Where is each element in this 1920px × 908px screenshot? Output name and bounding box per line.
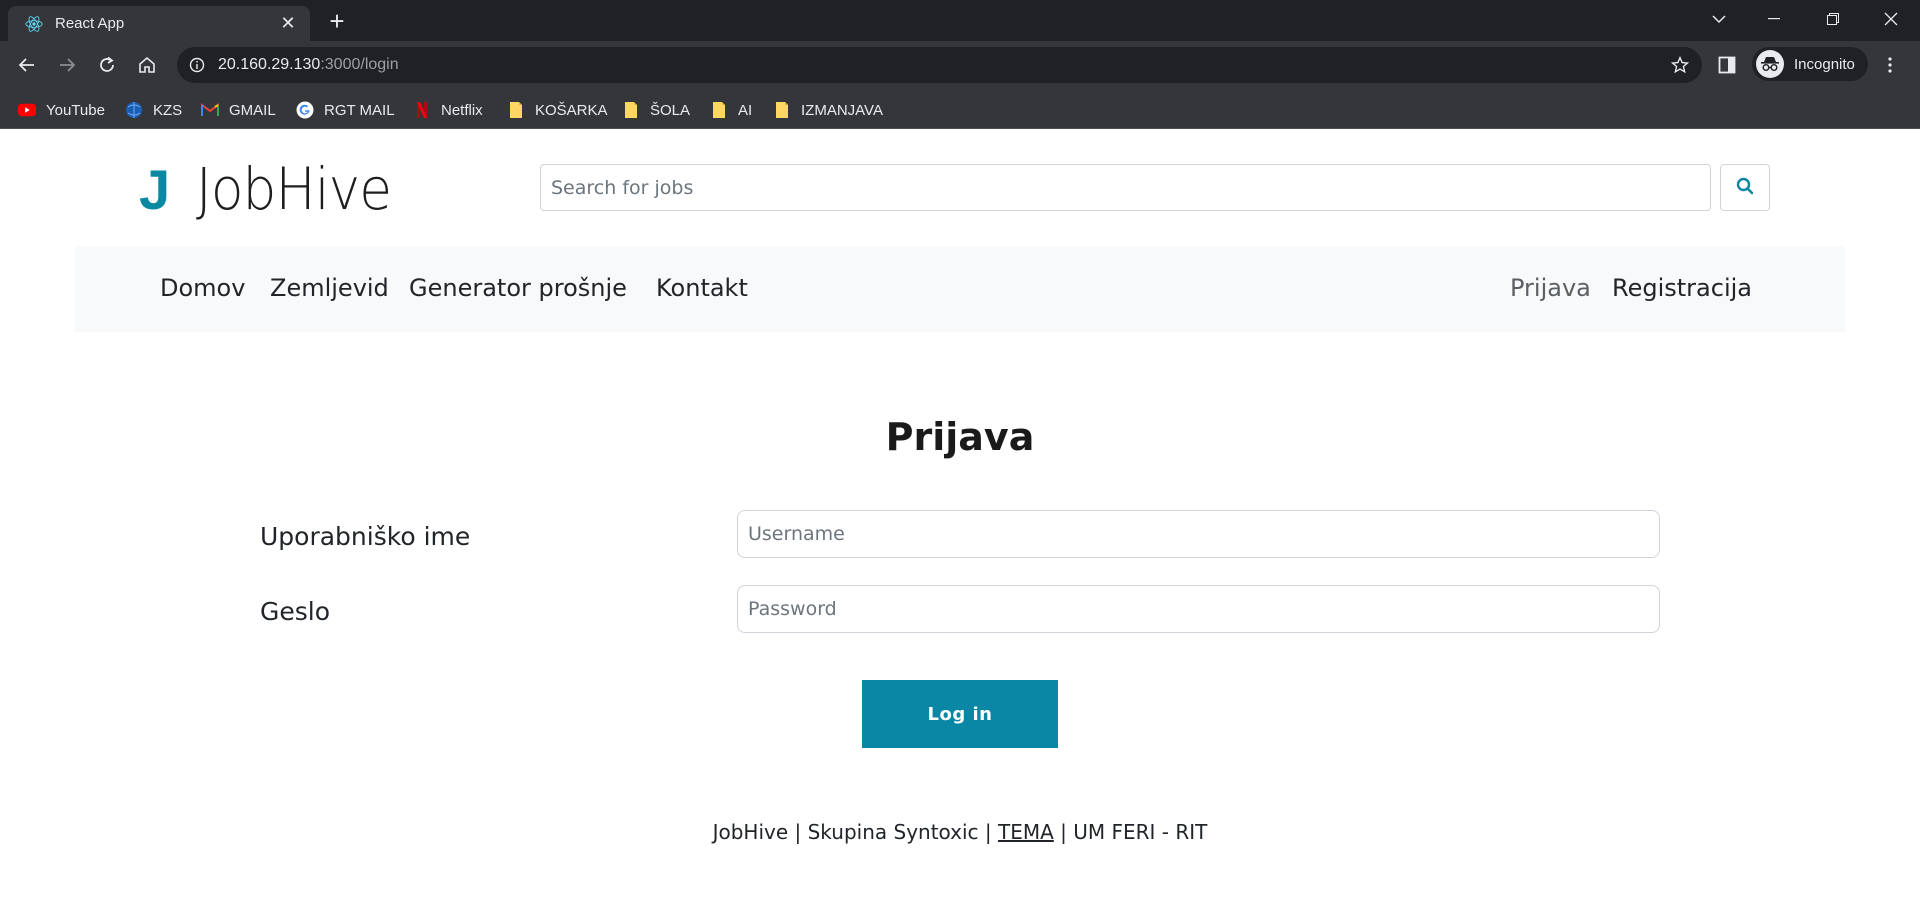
- nav-link-generator-prosnje[interactable]: Generator prošnje: [409, 274, 627, 302]
- close-window-button[interactable]: [1868, 4, 1914, 34]
- url-path: :3000/login: [320, 56, 399, 73]
- bookmark-label: Netflix: [441, 101, 483, 119]
- footer-tema-link[interactable]: TEMA: [998, 820, 1054, 844]
- nav-link-zemljevid[interactable]: Zemljevid: [270, 274, 389, 302]
- youtube-icon: [18, 101, 36, 119]
- incognito-profile-button[interactable]: Incognito: [1752, 47, 1868, 81]
- logo-mark: J: [139, 157, 171, 221]
- username-field[interactable]: [737, 510, 1660, 558]
- netflix-icon: [413, 101, 431, 119]
- new-tab-button[interactable]: +: [324, 8, 350, 35]
- bookmark-gmail[interactable]: GMAIL: [201, 99, 276, 121]
- bookmark-label: GMAIL: [229, 101, 276, 119]
- nav-link-kontakt[interactable]: Kontakt: [656, 274, 748, 302]
- bookmark-label: KOŠARKA: [535, 101, 608, 119]
- bookmark-folder-izmanjava[interactable]: IZMANJAVA: [773, 99, 883, 121]
- bookmark-label: AI: [738, 101, 753, 119]
- browser-menu-icon[interactable]: [1878, 53, 1902, 77]
- browser-tab[interactable]: React App ✕: [8, 6, 310, 41]
- kzs-icon: [125, 101, 143, 119]
- bookmark-star-icon[interactable]: [1670, 55, 1690, 75]
- bookmark-label: ŠOLA: [650, 101, 691, 119]
- bookmark-label: KZS: [153, 101, 183, 119]
- browser-tabbar: React App ✕ +: [0, 0, 1920, 41]
- password-label: Geslo: [260, 597, 331, 626]
- password-field[interactable]: [737, 585, 1660, 633]
- bookmarks-bar: YouTube KZS GMAIL RGT MAIL Netflix KOŠAR…: [0, 90, 1920, 129]
- bookmark-youtube[interactable]: YouTube: [18, 99, 105, 121]
- browser-toolbar: 20.160.29.130:3000/login Incognito: [0, 41, 1920, 90]
- close-tab-icon[interactable]: ✕: [278, 13, 298, 34]
- react-icon: [25, 15, 43, 33]
- forward-button[interactable]: [51, 49, 83, 81]
- login-button[interactable]: Log in: [862, 680, 1058, 748]
- logo-text: JobHive: [196, 155, 392, 223]
- nav-link-prijava[interactable]: Prijava: [1510, 274, 1591, 302]
- main-navbar: Domov Zemljevid Generator prošnje Kontak…: [75, 246, 1845, 332]
- bookmark-rgt-mail[interactable]: RGT MAIL: [296, 99, 395, 121]
- page-content: J JobHive Domov Zemljevid Generator proš…: [0, 129, 1920, 908]
- job-search-input[interactable]: [540, 164, 1711, 211]
- username-label: Uporabniško ime: [260, 522, 471, 551]
- incognito-icon: [1756, 50, 1784, 78]
- folder-icon: [710, 101, 728, 119]
- bookmark-label: IZMANJAVA: [801, 101, 883, 119]
- bookmark-folder-sola[interactable]: ŠOLA: [622, 99, 690, 121]
- back-button[interactable]: [11, 49, 43, 81]
- site-info-icon[interactable]: [188, 56, 206, 74]
- bookmark-label: RGT MAIL: [324, 101, 395, 119]
- bookmark-netflix[interactable]: Netflix: [413, 99, 483, 121]
- nav-link-registracija[interactable]: Registracija: [1612, 274, 1752, 302]
- bookmark-folder-ai[interactable]: AI: [710, 99, 752, 121]
- site-logo[interactable]: J JobHive: [139, 155, 408, 223]
- gmail-icon: [201, 101, 219, 119]
- tab-title: React App: [55, 15, 125, 32]
- footer-suffix: | UM FERI - RIT: [1053, 820, 1208, 844]
- reload-button[interactable]: [91, 49, 123, 81]
- bookmark-folder-kosarka[interactable]: KOŠARKA: [507, 99, 608, 121]
- bookmark-kzs[interactable]: KZS: [125, 99, 182, 121]
- home-button[interactable]: [131, 49, 163, 81]
- profile-label: Incognito: [1794, 55, 1855, 73]
- address-bar[interactable]: 20.160.29.130:3000/login: [177, 47, 1702, 83]
- side-panel-icon[interactable]: [1716, 54, 1738, 76]
- footer-prefix: JobHive | Skupina Syntoxic |: [712, 820, 999, 844]
- search-button[interactable]: [1720, 164, 1770, 211]
- tab-search-icon[interactable]: [1696, 4, 1742, 34]
- login-title: Prijava: [885, 415, 1035, 459]
- folder-icon: [507, 101, 525, 119]
- url-host: 20.160.29.130: [218, 56, 321, 73]
- search-icon: [1736, 177, 1754, 198]
- minimize-button[interactable]: [1751, 4, 1797, 34]
- url-text: 20.160.29.130:3000/login: [218, 56, 399, 74]
- folder-icon: [773, 101, 791, 119]
- nav-link-domov[interactable]: Domov: [160, 274, 245, 302]
- folder-icon: [622, 101, 640, 119]
- google-icon: [296, 101, 314, 119]
- restore-button[interactable]: [1810, 4, 1856, 34]
- bookmark-label: YouTube: [46, 101, 105, 119]
- footer: JobHive | Skupina Syntoxic | TEMA | UM F…: [0, 820, 1920, 844]
